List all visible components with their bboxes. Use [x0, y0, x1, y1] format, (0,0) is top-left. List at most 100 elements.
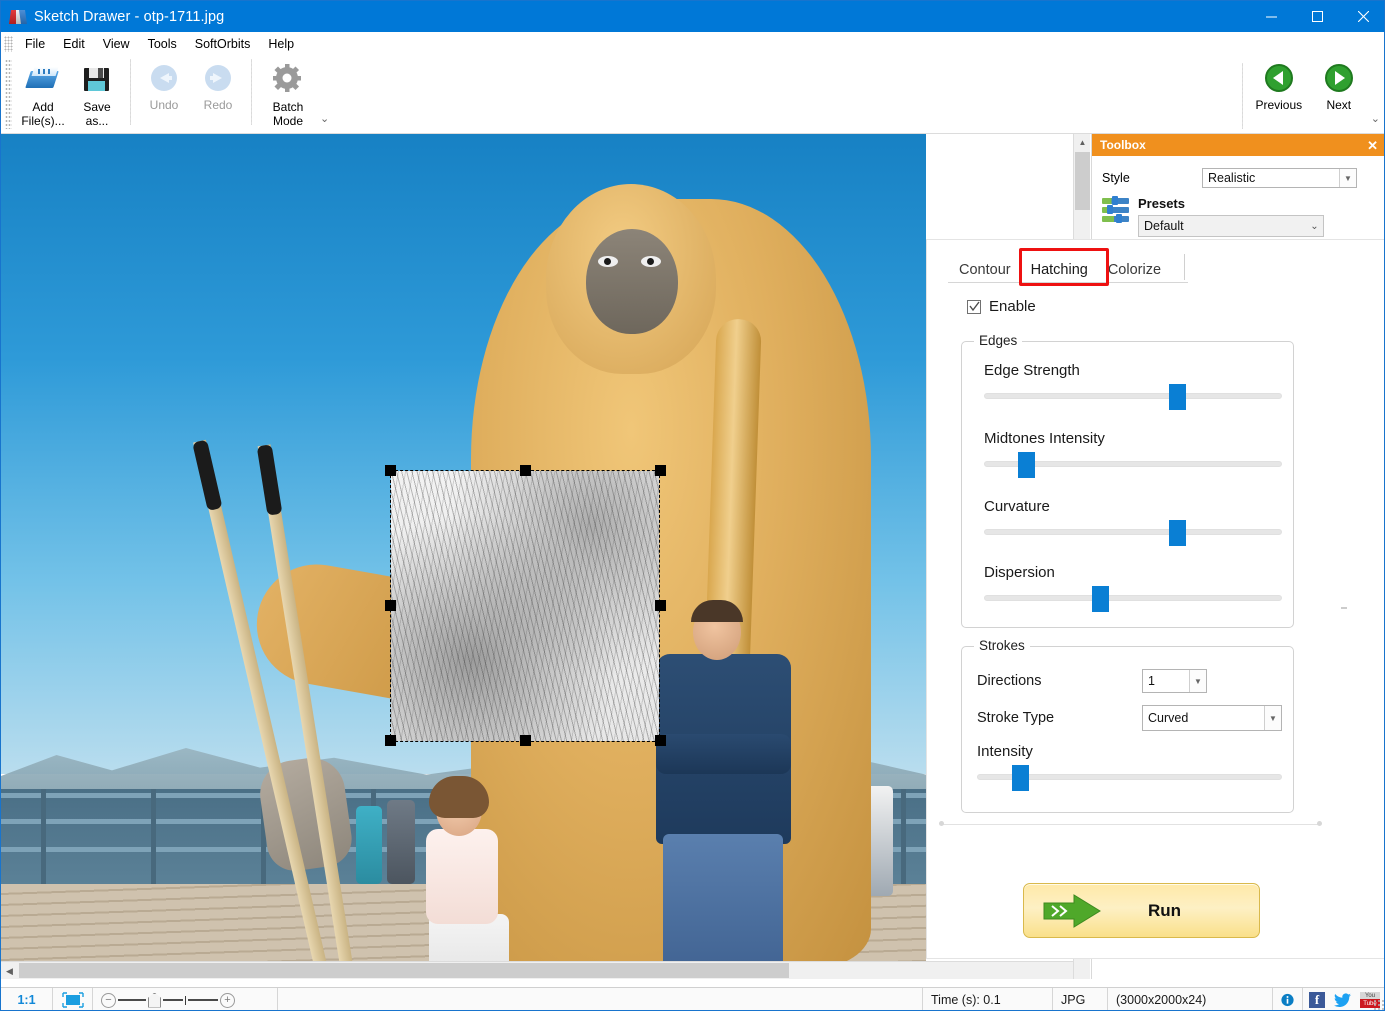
menu-item-softorbits[interactable]: SoftOrbits	[186, 35, 260, 53]
selection-handle-sw[interactable]	[385, 735, 396, 746]
image-canvas[interactable]	[1, 134, 1073, 979]
previous-label: Previous	[1255, 98, 1303, 112]
scroll-up-icon[interactable]: ▲	[1074, 134, 1091, 151]
save-as-label: Save as...	[83, 100, 111, 128]
menu-item-edit[interactable]: Edit	[54, 35, 94, 53]
menu-item-label: File	[25, 36, 46, 51]
fit-to-screen-icon[interactable]	[53, 988, 93, 1010]
redo-label: Redo	[203, 98, 233, 112]
info-icon[interactable]	[1273, 988, 1303, 1010]
edge-strength-thumb[interactable]	[1169, 384, 1187, 410]
selection-handle-se[interactable]	[655, 735, 666, 746]
dispersion-slider[interactable]	[984, 586, 1282, 612]
menu-item-view[interactable]: View	[94, 35, 139, 53]
add-files-icon	[25, 63, 60, 95]
presets-row: Presets Default ⌄	[1102, 196, 1376, 237]
toolbar-overflow-chevron[interactable]: ⌄	[320, 112, 329, 125]
selection-handle-nw[interactable]	[385, 465, 396, 476]
status-spacer	[278, 988, 923, 1010]
resize-grip[interactable]	[1373, 999, 1384, 1010]
directions-dropdown[interactable]: 1 ▼	[1142, 669, 1207, 693]
selection-handle-w[interactable]	[385, 600, 396, 611]
undo-button[interactable]: Undo	[137, 59, 191, 125]
minimize-icon[interactable]	[1248, 1, 1294, 32]
redo-button[interactable]: Redo	[191, 59, 245, 125]
chevron-down-icon[interactable]: ⌄	[1306, 217, 1323, 235]
man-arms	[656, 734, 791, 774]
toolbar-grip-handle[interactable]	[5, 59, 12, 129]
curvature-thumb[interactable]	[1169, 520, 1187, 546]
menu-item-label: Tools	[147, 36, 177, 51]
sketch-preview-selection[interactable]	[390, 470, 660, 742]
tab-label: Hatching	[1030, 262, 1088, 278]
presets-dropdown[interactable]: Default ⌄	[1138, 215, 1324, 237]
tab-contour[interactable]: Contour	[949, 259, 1021, 284]
zoom-slider-control[interactable]: − +	[93, 988, 278, 1010]
presets-value: Default	[1144, 219, 1184, 233]
maximize-icon[interactable]	[1294, 1, 1340, 32]
enable-label: Enable	[989, 298, 1036, 315]
horizontal-scroll-thumb[interactable]	[19, 963, 789, 978]
style-dropdown[interactable]: Realistic ▼	[1202, 168, 1357, 188]
next-button[interactable]: Next	[1309, 59, 1369, 125]
menu-item-label: Edit	[63, 36, 85, 51]
window-title: Sketch Drawer - otp-1711.jpg	[34, 8, 225, 25]
curvature-label: Curvature	[984, 498, 1050, 515]
menu-item-help[interactable]: Help	[259, 35, 303, 53]
intensity-thumb[interactable]	[1012, 765, 1030, 791]
enable-checkbox-row[interactable]: Enable	[967, 298, 1384, 315]
selection-handle-e[interactable]	[655, 600, 666, 611]
presets-label: Presets	[1138, 196, 1185, 211]
menu-item-file[interactable]: File	[16, 35, 54, 53]
stroke-type-row: Stroke Type Curved ▼	[977, 705, 1282, 731]
selection-handle-s[interactable]	[520, 735, 531, 746]
curvature-slider-row: Curvature	[984, 498, 1284, 546]
directions-label: Directions	[977, 673, 1042, 689]
menu-item-label: SoftOrbits	[194, 36, 251, 51]
dispersion-thumb[interactable]	[1092, 586, 1110, 612]
midtones-intensity-slider-row: Midtones Intensity	[984, 430, 1284, 478]
close-icon[interactable]	[1340, 1, 1384, 32]
midtones-intensity-thumb[interactable]	[1018, 452, 1036, 478]
chevron-down-icon[interactable]: ▼	[1264, 706, 1281, 730]
batch-mode-button[interactable]: Batch Mode	[258, 59, 318, 128]
previous-button[interactable]: Previous	[1249, 59, 1309, 125]
chevron-down-icon[interactable]: ▼	[1189, 670, 1206, 692]
add-files-button[interactable]: Add File(s)...	[16, 59, 70, 128]
menu-bar: File Edit View Tools SoftOrbits Help	[1, 32, 1384, 55]
toolbox-header: Toolbox ✕	[1092, 134, 1384, 156]
tab-divider	[1184, 254, 1185, 280]
panel-resize-dot[interactable]	[1341, 607, 1347, 609]
toolbar-navigation-group: Previous Next ⌄	[1236, 55, 1384, 129]
zoom-slider-thumb[interactable]	[148, 992, 161, 1008]
toolbar-file-group: Add File(s)... Save as...	[16, 55, 124, 129]
canvas-horizontal-scrollbar[interactable]: ◀	[1, 961, 1073, 979]
toolbox-title: Toolbox	[1100, 138, 1146, 152]
facebook-icon[interactable]: f	[1309, 992, 1325, 1008]
stroke-type-dropdown[interactable]: Curved ▼	[1142, 705, 1282, 731]
zoom-out-icon[interactable]: −	[101, 992, 116, 1008]
separator-right-handle[interactable]	[1317, 821, 1322, 826]
toolbar-overflow-chevron-right[interactable]: ⌄	[1371, 112, 1380, 125]
zoom-in-icon[interactable]: +	[220, 992, 235, 1008]
save-as-button[interactable]: Save as...	[70, 59, 124, 128]
selection-handle-ne[interactable]	[655, 465, 666, 476]
run-button[interactable]: Run	[1023, 883, 1260, 938]
curvature-slider[interactable]	[984, 520, 1282, 546]
enable-checkbox[interactable]	[967, 299, 981, 314]
twitter-icon[interactable]	[1334, 992, 1351, 1008]
edge-strength-slider[interactable]	[984, 384, 1282, 410]
chevron-down-icon[interactable]: ▼	[1339, 169, 1356, 187]
menu-item-label: Help	[268, 36, 295, 51]
midtones-intensity-slider[interactable]	[984, 452, 1282, 478]
tab-hatching[interactable]: Hatching	[1021, 259, 1098, 284]
scroll-left-icon[interactable]: ◀	[1, 962, 18, 980]
selection-handle-n[interactable]	[520, 465, 531, 476]
tab-colorize[interactable]: Colorize	[1098, 259, 1171, 284]
vertical-scroll-thumb[interactable]	[1075, 152, 1090, 210]
separator-left-handle[interactable]	[939, 821, 944, 826]
menu-grip-handle[interactable]	[4, 35, 13, 52]
toolbox-close-icon[interactable]: ✕	[1367, 139, 1378, 152]
intensity-slider[interactable]	[977, 765, 1282, 791]
menu-item-tools[interactable]: Tools	[139, 35, 186, 53]
